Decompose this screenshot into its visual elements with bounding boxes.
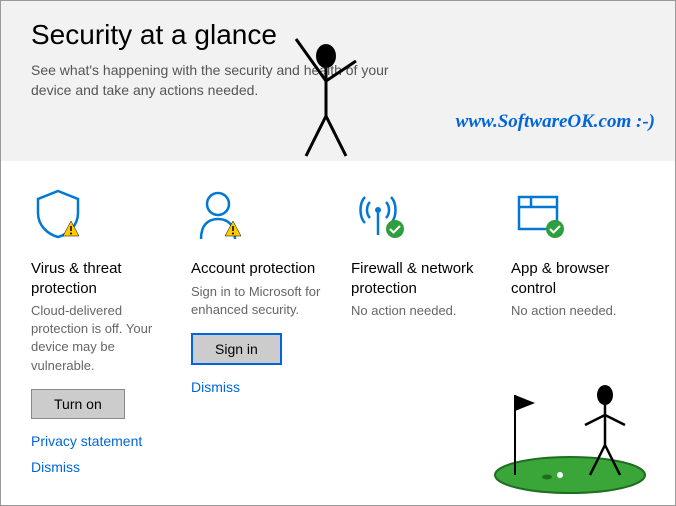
tile-title: Virus & threat protection [31, 259, 173, 298]
sign-in-button[interactable]: Sign in [191, 333, 282, 365]
antenna-icon [351, 187, 493, 243]
tile-virus-threat[interactable]: Virus & threat protection Cloud-delivere… [31, 187, 191, 485]
tile-description: No action needed. [351, 302, 493, 320]
turn-on-button[interactable]: Turn on [31, 389, 125, 419]
shield-icon [31, 187, 173, 243]
tile-title: Account protection [191, 259, 333, 279]
privacy-statement-link[interactable]: Privacy statement [31, 433, 173, 449]
watermark-text: www.SoftwareOK.com :-) [456, 111, 655, 133]
stick-figure-golf [485, 375, 655, 495]
header-banner: Security at a glance See what's happenin… [1, 1, 675, 161]
tile-description: No action needed. [511, 302, 653, 320]
window-icon [511, 187, 653, 243]
person-icon [191, 187, 333, 243]
dismiss-link[interactable]: Dismiss [31, 459, 173, 475]
stick-figure-pointing [286, 31, 366, 161]
tile-title: Firewall & network protection [351, 259, 493, 298]
tile-account-protection[interactable]: Account protection Sign in to Microsoft … [191, 187, 351, 485]
tile-description: Cloud-delivered protection is off. Your … [31, 302, 173, 375]
tile-description: Sign in to Microsoft for enhanced securi… [191, 283, 333, 319]
tile-title: App & browser control [511, 259, 653, 298]
dismiss-link[interactable]: Dismiss [191, 379, 333, 395]
